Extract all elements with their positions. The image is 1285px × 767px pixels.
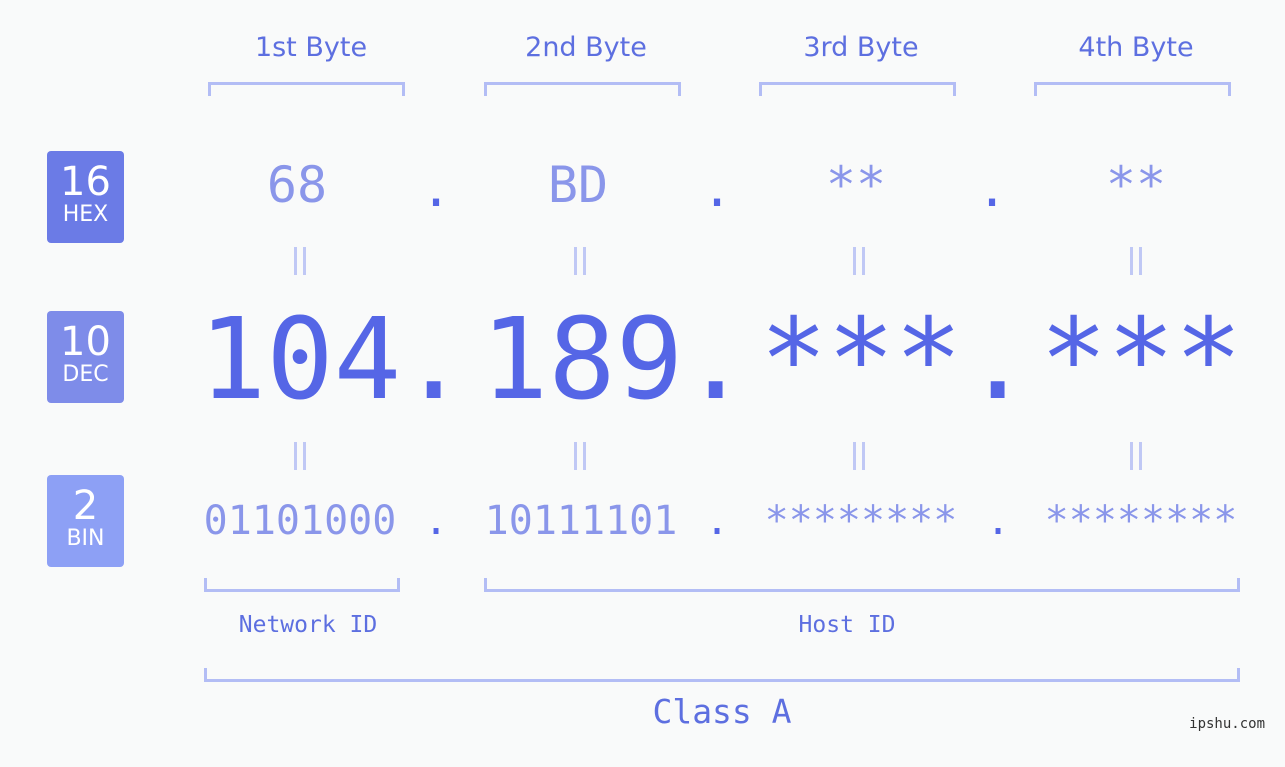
byte-bracket-3: [759, 82, 956, 96]
equals-icon: [292, 247, 308, 275]
hex-value-3: **: [825, 156, 887, 214]
hex-value-2: BD: [547, 156, 609, 214]
class-bracket: [204, 668, 1240, 682]
class-label: Class A: [652, 692, 792, 731]
bin-value-4: ********: [1044, 498, 1238, 544]
network-id-label: Network ID: [238, 612, 378, 638]
equals-icon: [292, 442, 308, 470]
bin-value-3: ********: [764, 498, 958, 544]
equals-icon: [1128, 247, 1144, 275]
hex-separator-3: .: [977, 160, 1008, 218]
dec-value-1: 104: [198, 295, 402, 425]
dec-badge: 10 DEC: [47, 311, 124, 403]
dec-value-2: 189: [480, 295, 684, 425]
byte-bracket-1: [208, 82, 405, 96]
bin-value-1: 01101000: [203, 498, 397, 544]
dec-separator-2: .: [682, 295, 750, 425]
byte-header-4: 4th Byte: [1078, 32, 1194, 63]
bin-value-2: 10111101: [484, 498, 678, 544]
hex-badge-label: HEX: [62, 202, 109, 227]
equals-icon: [572, 247, 588, 275]
byte-bracket-4: [1034, 82, 1231, 96]
hex-value-1: 68: [266, 156, 328, 214]
hex-value-4: **: [1105, 156, 1167, 214]
bin-separator-1: .: [424, 498, 449, 544]
hex-separator-1: .: [421, 160, 452, 218]
bin-badge-label: BIN: [66, 526, 105, 551]
dec-badge-number: 10: [60, 319, 111, 365]
bin-badge: 2 BIN: [47, 475, 124, 567]
equals-icon: [1128, 442, 1144, 470]
hex-badge-number: 16: [60, 159, 111, 205]
equals-icon: [851, 442, 867, 470]
hex-separator-2: .: [702, 160, 733, 218]
host-id-bracket: [484, 578, 1240, 592]
host-id-label: Host ID: [798, 612, 896, 638]
bin-separator-2: .: [705, 498, 730, 544]
equals-icon: [572, 442, 588, 470]
dec-badge-label: DEC: [62, 362, 109, 387]
byte-header-3: 3rd Byte: [803, 32, 919, 63]
dec-separator-3: .: [964, 295, 1032, 425]
hex-badge: 16 HEX: [47, 151, 124, 243]
bin-badge-number: 2: [72, 483, 99, 529]
dec-separator-1: .: [400, 295, 468, 425]
dec-value-3: ***: [759, 295, 963, 425]
bin-separator-3: .: [986, 498, 1011, 544]
equals-icon: [851, 247, 867, 275]
byte-bracket-2: [484, 82, 681, 96]
byte-header-1: 1st Byte: [254, 32, 368, 63]
watermark: ipshu.com: [1189, 716, 1265, 732]
byte-header-2: 2nd Byte: [525, 32, 647, 63]
dec-value-4: ***: [1039, 295, 1243, 425]
network-id-bracket: [204, 578, 400, 592]
